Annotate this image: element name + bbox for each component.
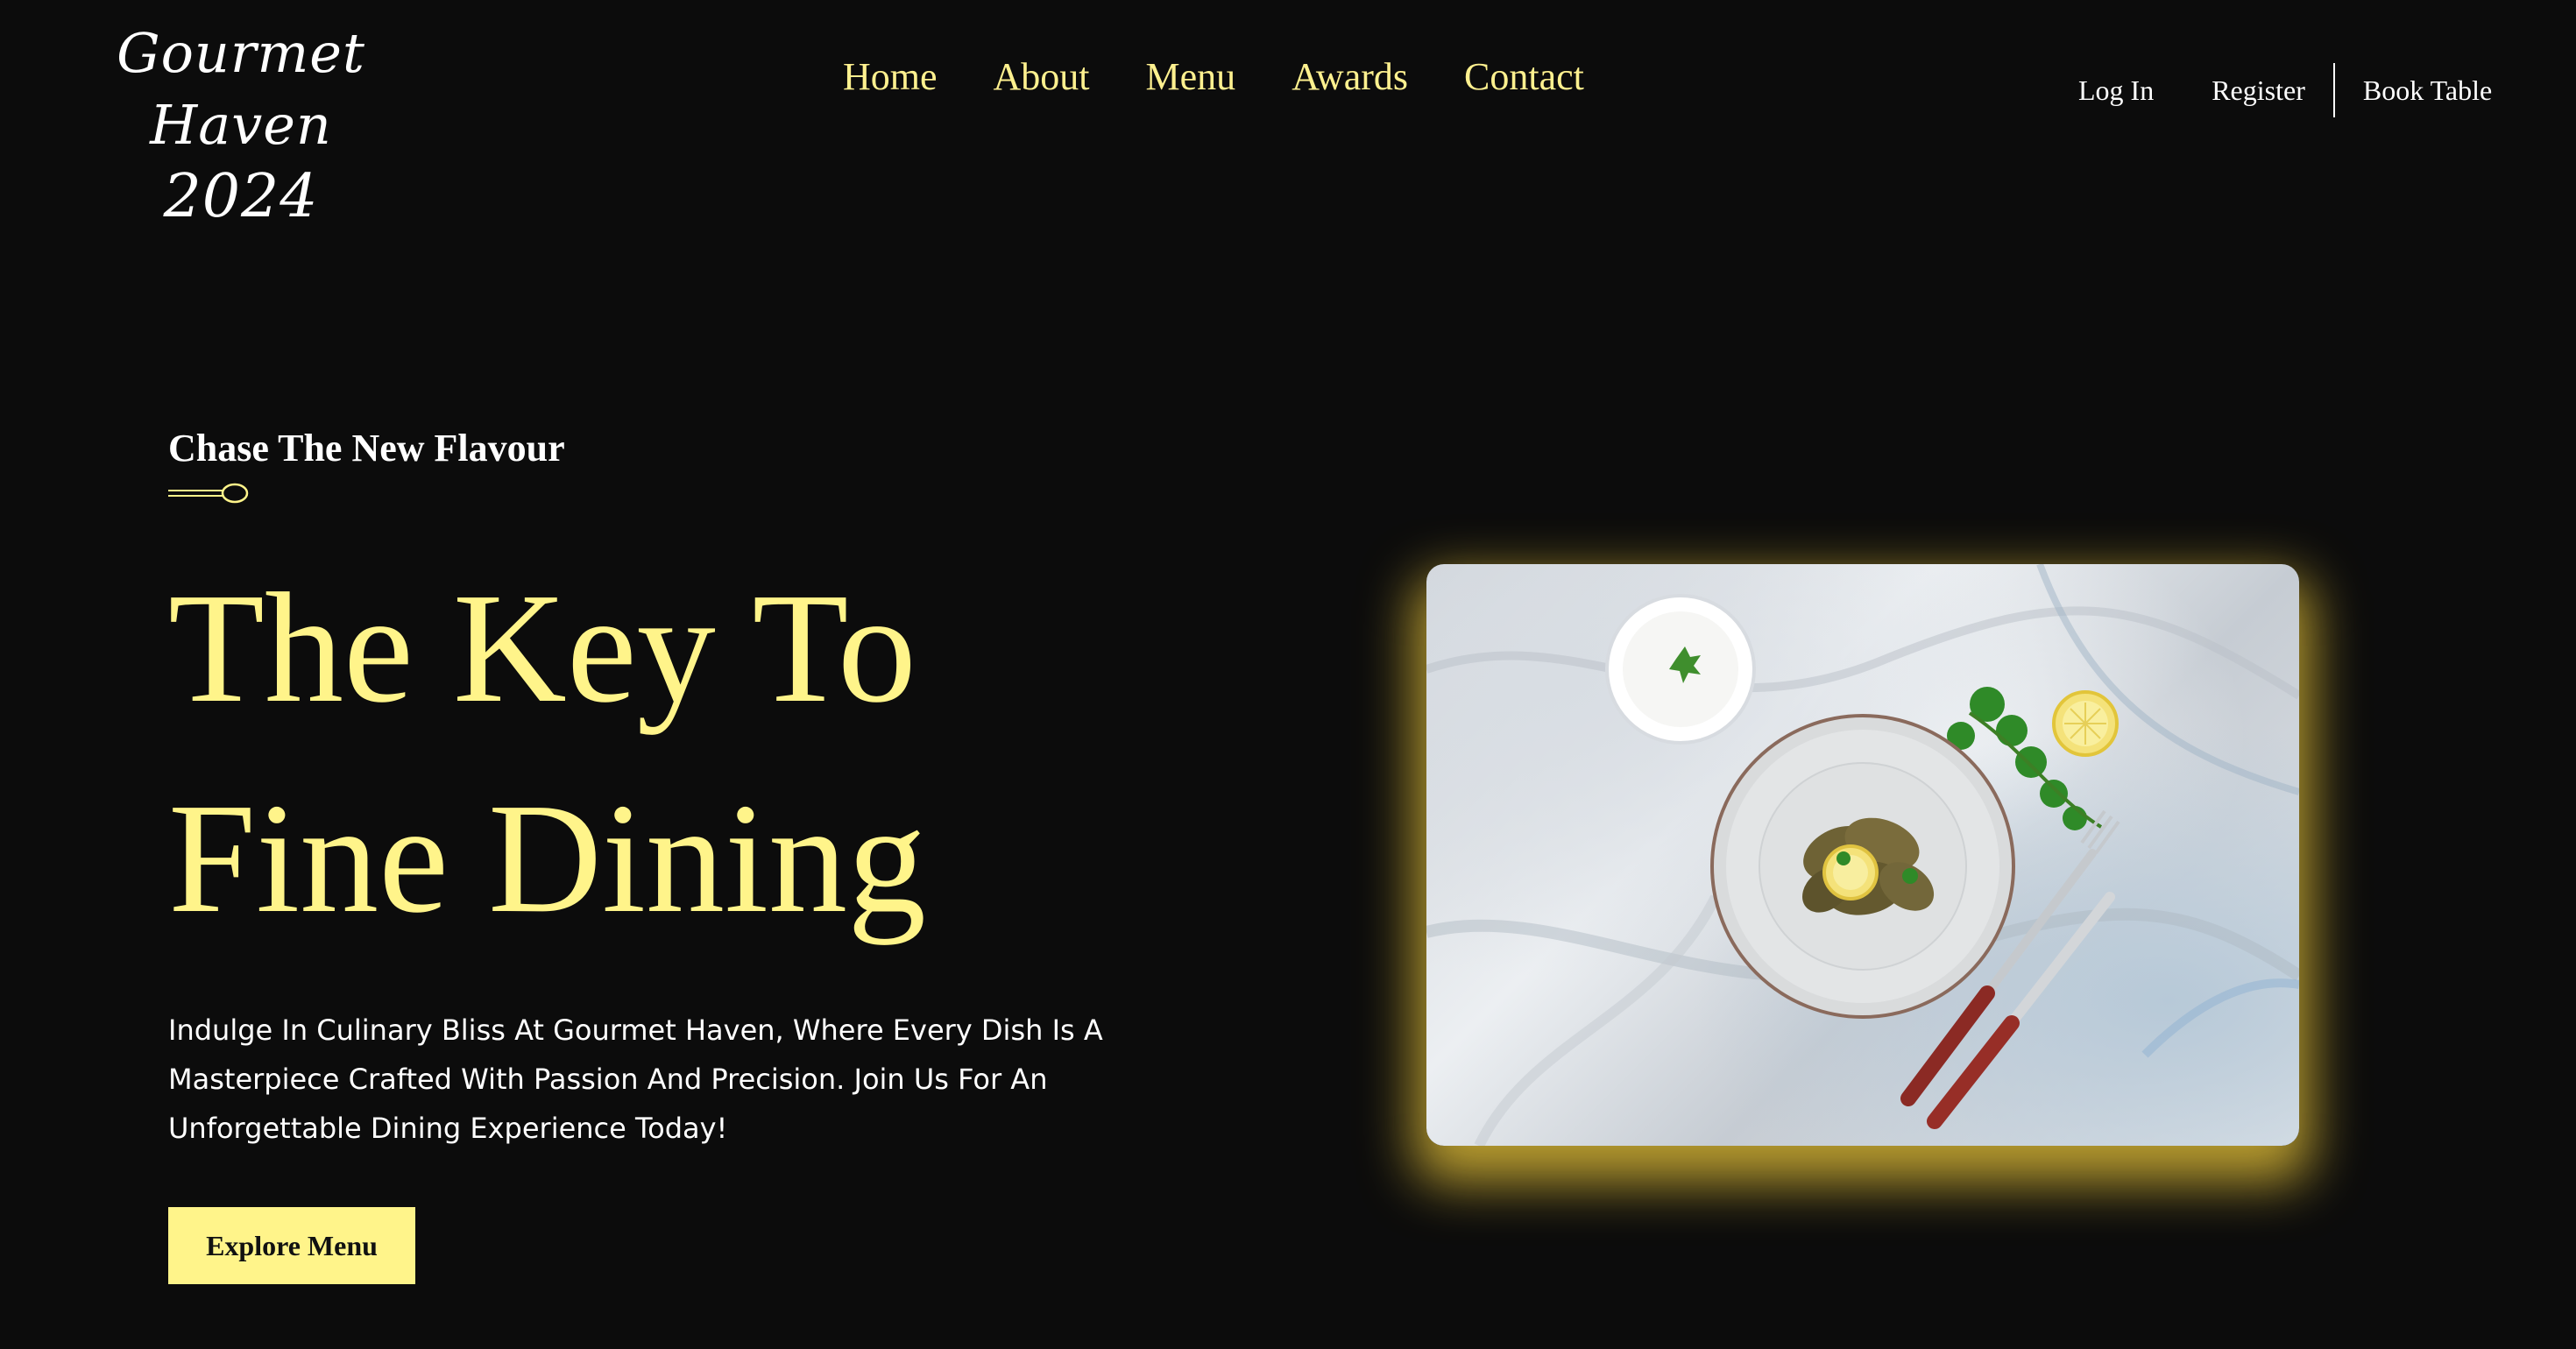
hero-headline-line-2: Fine Dining <box>168 771 927 945</box>
hero-eyebrow: Chase The New Flavour <box>168 427 565 470</box>
register-link[interactable]: Register <box>2212 74 2305 107</box>
user-nav-divider <box>2332 63 2335 117</box>
hero-dish-image <box>1426 564 2299 1146</box>
explore-menu-button[interactable]: Explore Menu <box>168 1207 415 1284</box>
nav-item-menu[interactable]: Menu <box>1146 54 1236 99</box>
hero-description: Indulge In Culinary Bliss At Gourmet Hav… <box>168 1014 1103 1145</box>
brand-year: 2024 <box>163 162 319 231</box>
brand-logo[interactable]: Gourmet Haven 2024 <box>53 18 429 233</box>
nav-item-about[interactable]: About <box>994 54 1090 99</box>
hero-headline: The Key To Fine Dining <box>168 543 926 964</box>
nav-item-contact[interactable]: Contact <box>1464 54 1584 99</box>
login-link[interactable]: Log In <box>2078 74 2154 107</box>
spoon-icon <box>168 483 249 504</box>
user-nav: Log In Register Book Table <box>2078 63 2492 117</box>
book-table-link[interactable]: Book Table <box>2363 74 2492 107</box>
nav-item-awards[interactable]: Awards <box>1292 54 1408 99</box>
main-nav: Home About Menu Awards Contact <box>843 54 1584 99</box>
hero-headline-line-1: The Key To <box>168 561 916 735</box>
nav-item-home[interactable]: Home <box>843 54 938 99</box>
brand-name: Gourmet Haven <box>117 21 365 157</box>
sauce-bowl <box>1605 594 1756 745</box>
lemon-slice <box>2052 690 2119 757</box>
